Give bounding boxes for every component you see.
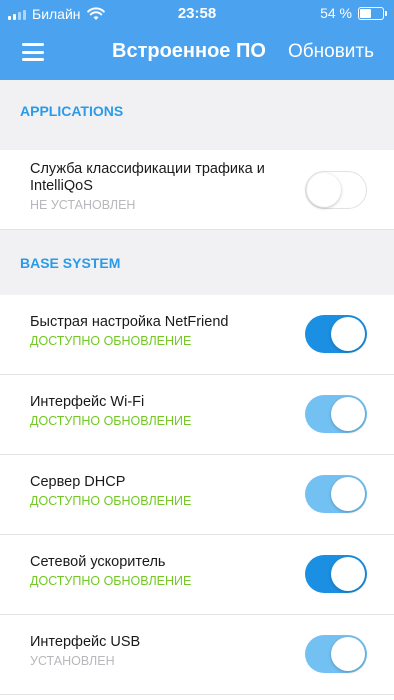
nav-bar: Встроенное ПО Обновить: [0, 28, 394, 80]
component-toggle[interactable]: [305, 171, 367, 209]
component-status: НЕ УСТАНОВЛЕН: [30, 198, 136, 212]
component-name: Быстрая настройка NetFriend: [30, 314, 229, 330]
component-toggle[interactable]: [305, 315, 367, 353]
section-header-base-system: BASE SYSTEM: [0, 230, 394, 295]
component-toggle[interactable]: [305, 395, 367, 433]
component-status: ДОСТУПНО ОБНОВЛЕНИЕ: [30, 334, 192, 348]
list-item[interactable]: Быстрая настройка NetFriend ДОСТУПНО ОБН…: [0, 295, 394, 375]
carrier-name: Билайн: [32, 6, 81, 22]
list-item[interactable]: Служба классификации трафика и IntelliQo…: [0, 150, 394, 230]
component-name: Сервер DHCP: [30, 474, 126, 490]
wifi-icon: [86, 7, 105, 20]
battery-icon: [358, 6, 387, 20]
list-item[interactable]: Интерфейс USB УСТАНОВЛЕН: [0, 615, 394, 695]
component-name: Служба классификации трафика и IntelliQo…: [30, 161, 265, 194]
component-name: Интерфейс USB: [30, 634, 141, 650]
update-button[interactable]: Обновить: [288, 41, 374, 63]
component-name: Сетевой ускоритель: [30, 554, 166, 570]
app-header: Билайн 23:58 54 % Встроенное ПО Обновить: [0, 0, 394, 80]
section-title: BASE SYSTEM: [20, 255, 121, 271]
list-item[interactable]: Интерфейс Wi-Fi ДОСТУПНО ОБНОВЛЕНИЕ: [0, 375, 394, 455]
page-title: Встроенное ПО: [112, 40, 266, 62]
list-item[interactable]: Сетевой ускоритель ДОСТУПНО ОБНОВЛЕНИЕ: [0, 535, 394, 615]
component-status: ДОСТУПНО ОБНОВЛЕНИЕ: [30, 414, 192, 428]
status-bar: Билайн 23:58 54 %: [0, 0, 394, 28]
component-toggle[interactable]: [305, 555, 367, 593]
component-status: ДОСТУПНО ОБНОВЛЕНИЕ: [30, 574, 192, 588]
component-name: Интерфейс Wi-Fi: [30, 394, 145, 410]
battery-percent: 54 %: [320, 5, 352, 21]
hamburger-menu-icon[interactable]: [22, 43, 44, 61]
component-status: УСТАНОВЛЕН: [30, 654, 115, 668]
signal-strength-icon: [8, 8, 26, 20]
section-header-applications: APPLICATIONS: [0, 80, 394, 150]
battery-level: [360, 8, 372, 18]
component-status: ДОСТУПНО ОБНОВЛЕНИЕ: [30, 494, 192, 508]
component-toggle[interactable]: [305, 635, 367, 673]
section-title: APPLICATIONS: [20, 103, 124, 119]
component-toggle[interactable]: [305, 475, 367, 513]
list-item[interactable]: Сервер DHCP ДОСТУПНО ОБНОВЛЕНИЕ: [0, 455, 394, 535]
